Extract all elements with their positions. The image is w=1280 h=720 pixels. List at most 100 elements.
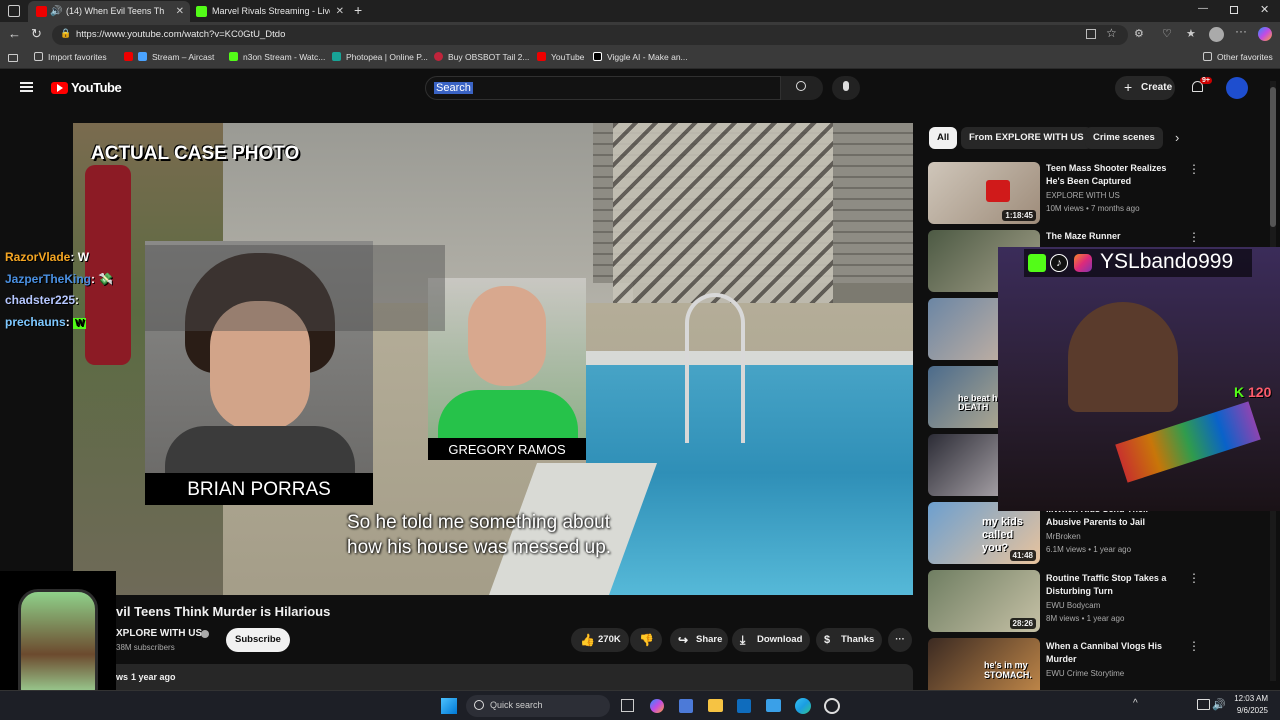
file-explorer-icon[interactable]	[708, 699, 723, 712]
dislike-button[interactable]: 👎	[630, 628, 662, 652]
recommendation-item[interactable]: 28:26 Routine Traffic Stop Takes a Distu…	[928, 570, 1173, 632]
copilot-app-icon[interactable]	[650, 699, 664, 713]
more-actions-button[interactable]: ···	[888, 628, 912, 652]
account-avatar[interactable]	[1226, 77, 1248, 99]
download-button[interactable]: ⤓ Download	[732, 628, 810, 652]
more-options-icon[interactable]: ···	[1235, 24, 1247, 38]
thanks-button[interactable]: $ Thanks	[816, 628, 882, 652]
copilot-icon[interactable]	[1258, 27, 1272, 41]
microphone-icon	[843, 81, 849, 91]
volume-icon[interactable]: 🔊	[1212, 698, 1226, 711]
chip-crime-scenes[interactable]: Crime scenes	[1085, 127, 1163, 149]
video-thumbnail: my kids called you? 41:48	[928, 502, 1040, 564]
recommendation-title: Routine Traffic Stop Takes a Disturbing …	[1046, 573, 1167, 596]
more-options-icon[interactable]: ⋮	[1188, 230, 1200, 244]
obs-icon[interactable]	[824, 698, 840, 714]
close-window-icon[interactable]: ✕	[1260, 3, 1269, 16]
recommendation-meta: 10M views • 7 months ago	[1046, 204, 1140, 213]
tray-chevron-icon[interactable]: ^	[1133, 698, 1138, 709]
chip-from-channel[interactable]: From EXPLORE WITH US	[961, 127, 1092, 149]
photo-face	[468, 286, 546, 386]
favorite-star-icon[interactable]: ☆	[1106, 26, 1117, 40]
tab-youtube[interactable]: 🔊 (14) When Evil Teens Think M ✕	[28, 1, 190, 22]
favorite-n3on[interactable]: n3on Stream - Watc...	[229, 52, 325, 62]
search-button[interactable]	[781, 76, 823, 100]
thumbs-down-icon: 👎	[639, 633, 654, 647]
recommendation-item[interactable]: 1:18:45 Teen Mass Shooter Realizes He's …	[928, 162, 1173, 224]
start-icon[interactable]	[441, 698, 457, 714]
refresh-icon[interactable]: ↻	[31, 26, 42, 42]
task-view-icon[interactable]	[621, 699, 634, 712]
more-options-icon[interactable]: ⋮	[1188, 571, 1200, 585]
channel-name[interactable]: XPLORE WITH US	[116, 628, 202, 639]
favorite-aircast[interactable]: Stream – Aircast	[124, 52, 214, 62]
name-plate-gregory: GREGORY RAMOS	[428, 438, 586, 460]
recommendation-item[interactable]: my kids called you? 41:48 ...When Kids S…	[928, 502, 1173, 564]
favorite-photopea[interactable]: Photopea | Online P...	[332, 52, 428, 62]
viggle-icon	[593, 52, 602, 61]
house-logo	[18, 589, 98, 699]
scrollbar-thumb[interactable]	[1270, 87, 1276, 227]
create-button[interactable]: + Create	[1115, 76, 1175, 100]
kick-icon: K	[1234, 384, 1245, 400]
extensions-icon[interactable]: ⚙	[1134, 27, 1144, 40]
chips-next-icon[interactable]: ›	[1175, 130, 1179, 145]
maximize-icon[interactable]	[1230, 6, 1238, 14]
store-icon[interactable]	[679, 699, 693, 713]
favorite-youtube[interactable]: YouTube	[537, 52, 584, 62]
kick-favicon-icon	[196, 6, 207, 17]
stream-chat-overlay: RazorVlade: W JazperTheKing: 💸 chadster2…	[0, 245, 445, 335]
subscribe-button[interactable]: Subscribe	[226, 628, 290, 652]
favorite-import[interactable]: Import favorites	[34, 52, 107, 62]
quick-search-box[interactable]: Quick search	[466, 695, 610, 717]
speaker-icon[interactable]: 🔊	[50, 1, 62, 22]
folder-icon	[34, 52, 43, 61]
favorites-icon[interactable]: ★	[1186, 27, 1196, 40]
network-icon[interactable]	[1197, 699, 1210, 710]
plus-icon: +	[1124, 79, 1133, 95]
minimize-icon[interactable]: —	[1198, 3, 1208, 14]
w-emote-icon: W	[73, 318, 87, 329]
more-options-icon[interactable]: ⋮	[1188, 639, 1200, 653]
share-button[interactable]: ↪ Share	[670, 628, 728, 652]
address-bar-row: ← ↻ 🔒 https://www.youtube.com/watch?v=KC…	[0, 22, 1280, 48]
hamburger-menu-icon[interactable]	[20, 82, 33, 92]
video-player[interactable]: ACTUAL CASE PHOTO BRIAN PORRAS GREGORY R…	[73, 123, 913, 595]
clock[interactable]: 12:03 AM 9/6/2025	[1228, 693, 1268, 717]
aircast-icon	[138, 52, 147, 61]
browser-essentials-icon[interactable]: ♡	[1162, 27, 1172, 40]
recommendation-channel: EWU Bodycam	[1046, 601, 1101, 610]
search-input[interactable]: Search	[425, 76, 781, 100]
windows-taskbar: Quick search ^ 🔊 12:03 AM 9/6/2025	[0, 690, 1280, 720]
video-thumbnail: 1:18:45	[928, 162, 1040, 224]
notification-count-badge: 9+	[1200, 77, 1212, 84]
other-favorites[interactable]: Other favorites	[1203, 52, 1273, 62]
back-icon[interactable]: ←	[8, 26, 21, 41]
profile-avatar[interactable]	[1209, 27, 1224, 42]
edge-icon[interactable]	[795, 698, 811, 714]
url-field[interactable]: 🔒 https://www.youtube.com/watch?v=KC0GtU…	[52, 25, 1128, 45]
browser-menu-icon[interactable]	[8, 5, 20, 17]
chip-all[interactable]: All	[929, 127, 958, 149]
sidebar-toggle-icon[interactable]	[8, 54, 18, 62]
tab-title: Marvel Rivals Streaming - Live Str	[212, 6, 330, 16]
duration-badge: 1:18:45	[1002, 210, 1036, 221]
photos-icon[interactable]	[766, 699, 781, 712]
favorite-obsbot[interactable]: Buy OBSBOT Tail 2...	[434, 52, 529, 62]
like-button[interactable]: 👍 270K	[571, 628, 629, 652]
chat-message: RazorVlade: W	[5, 250, 90, 264]
close-tab-icon[interactable]: ✕	[176, 1, 184, 22]
split-screen-icon[interactable]	[1086, 29, 1096, 39]
description-box[interactable]: ws 1 year ago	[100, 664, 913, 690]
close-tab-icon[interactable]: ✕	[336, 1, 344, 22]
new-tab-icon[interactable]: +	[354, 2, 362, 18]
more-options-icon[interactable]: ⋮	[1188, 162, 1200, 176]
socials-bar: ♪ YSLbando999	[1024, 249, 1252, 277]
voice-search-button[interactable]	[832, 76, 860, 100]
tab-marvel-rivals[interactable]: Marvel Rivals Streaming - Live Str ✕	[190, 1, 350, 22]
outlook-icon[interactable]	[737, 699, 751, 713]
favorite-viggle[interactable]: Viggle AI - Make an...	[593, 52, 688, 62]
browser-tab-bar: 🔊 (14) When Evil Teens Think M ✕ Marvel …	[0, 0, 1280, 22]
favorites-bar: Import favorites Stream – Aircast n3on S…	[0, 48, 1280, 69]
recommendation-meta: 8M views • 1 year ago	[1046, 614, 1125, 623]
